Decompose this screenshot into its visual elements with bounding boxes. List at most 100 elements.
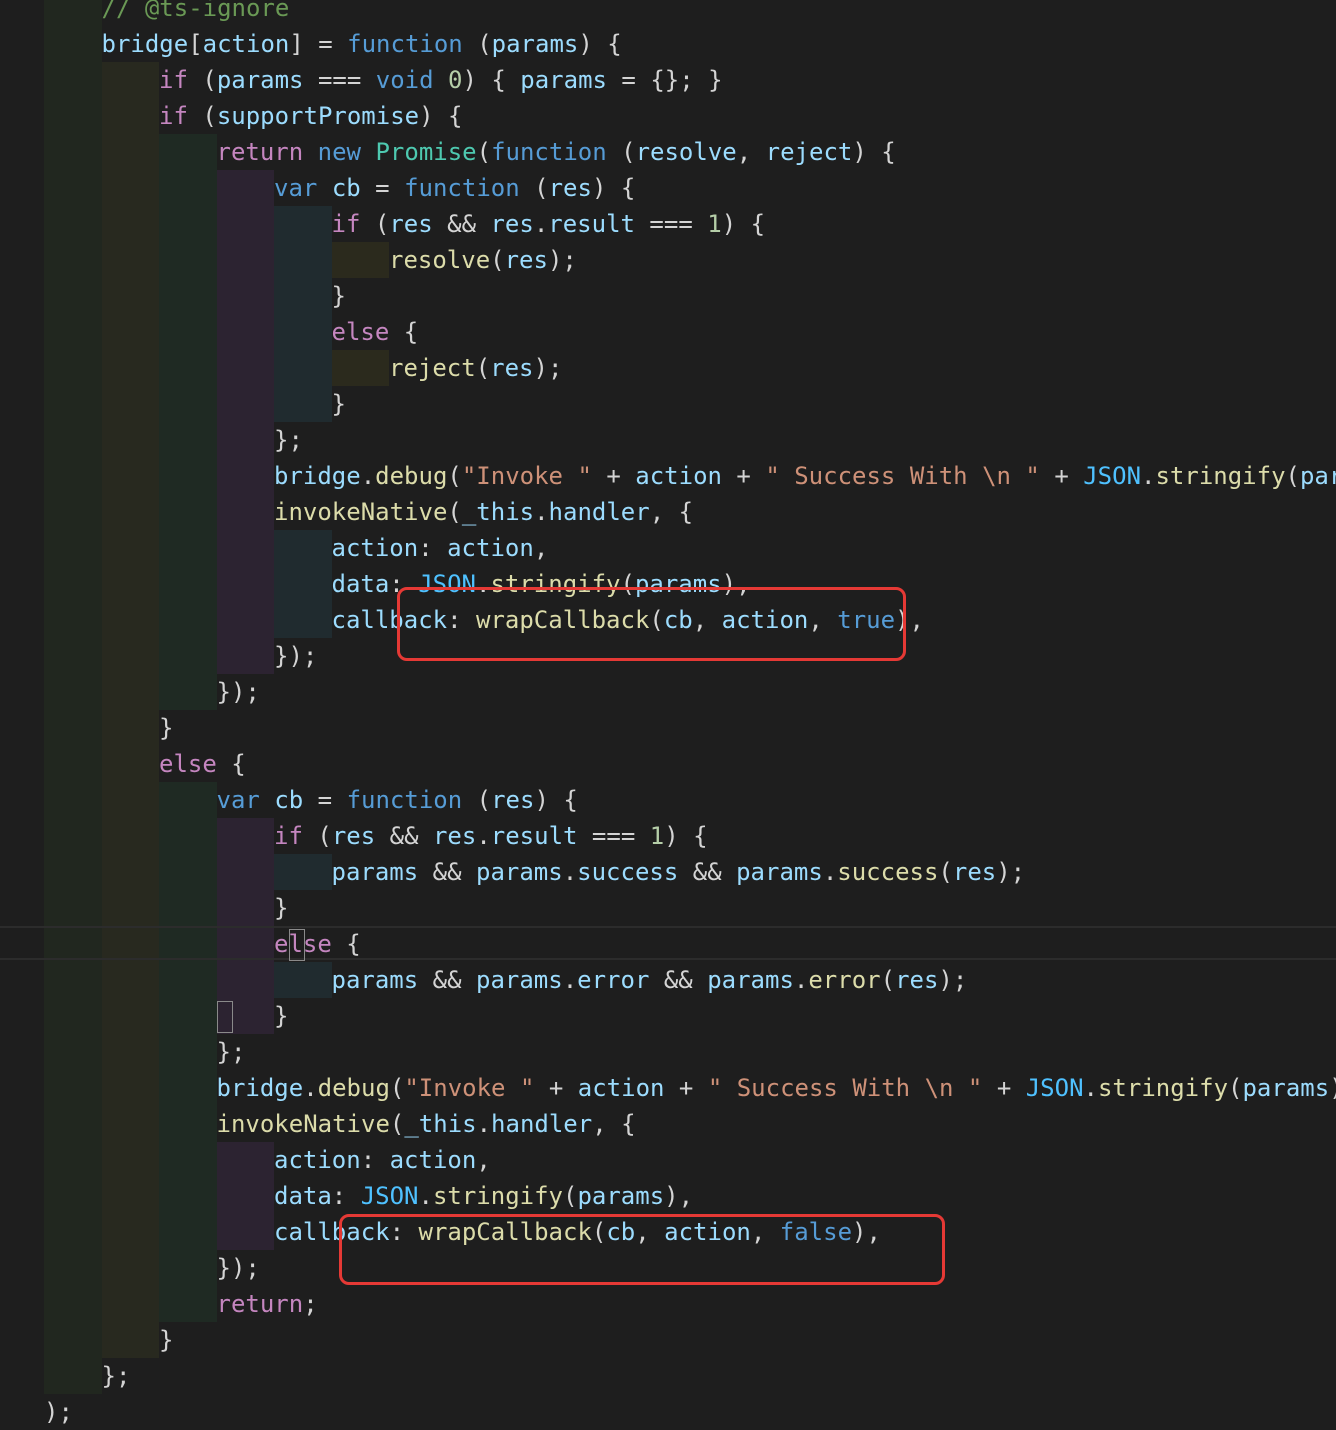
indent-guide xyxy=(44,962,102,998)
indent-guide xyxy=(44,62,102,98)
indent-guide xyxy=(101,962,159,998)
code-line[interactable]: } xyxy=(332,386,346,422)
code-token: void xyxy=(375,66,434,94)
indent-guide xyxy=(274,962,332,998)
code-token: ) { xyxy=(462,66,521,94)
indent-guide xyxy=(101,386,159,422)
code-line[interactable]: } xyxy=(159,1322,173,1358)
code-token: return xyxy=(216,138,304,166)
code-token: res xyxy=(491,786,535,814)
indent-guide xyxy=(44,350,102,386)
code-line[interactable]: bridge[action] = function (params) { xyxy=(102,26,622,62)
indent-guide xyxy=(44,26,102,62)
code-token: params xyxy=(736,858,823,886)
code-line[interactable]: if (res && res.result === 1) { xyxy=(332,206,766,242)
code-line[interactable]: else { xyxy=(274,926,361,962)
indent-guide xyxy=(159,530,217,566)
code-line[interactable]: if (res && res.result === 1) { xyxy=(274,818,708,854)
code-line[interactable]: action: action, xyxy=(274,1142,491,1178)
code-token: else xyxy=(331,318,390,346)
code-line[interactable]: }; xyxy=(274,422,303,458)
code-line[interactable]: params && params.success && params.succe… xyxy=(332,854,1026,890)
code-line[interactable]: } xyxy=(274,890,288,926)
code-token: . xyxy=(476,1110,492,1138)
code-token: cb xyxy=(274,786,304,814)
code-token: + xyxy=(1039,462,1084,490)
code-line[interactable]: // @ts-ignore xyxy=(102,0,290,26)
code-line[interactable]: invokeNative(_this.handler, { xyxy=(217,1106,636,1142)
code-line[interactable]: else { xyxy=(159,746,246,782)
code-line[interactable]: reject(res); xyxy=(389,350,562,386)
code-token: bridge xyxy=(216,1074,304,1102)
code-line[interactable]: }); xyxy=(217,674,260,710)
code-token: . xyxy=(360,462,376,490)
code-token: ); xyxy=(996,858,1026,886)
code-token: res xyxy=(548,174,592,202)
indent-guide xyxy=(44,530,102,566)
code-token: // @ts-ignore xyxy=(101,0,290,22)
code-line[interactable]: params && params.error && params.error(r… xyxy=(332,962,968,998)
code-line[interactable]: var cb = function (res) { xyxy=(274,170,635,206)
code-token: reject xyxy=(765,138,853,166)
code-token: ( xyxy=(447,498,462,526)
code-line[interactable]: action: action, xyxy=(332,530,549,566)
indent-guide xyxy=(101,350,159,386)
code-token: }); xyxy=(274,642,318,670)
code-token: return xyxy=(216,1290,304,1318)
indent-guide xyxy=(159,386,217,422)
code-token: error xyxy=(808,966,881,994)
code-token: action xyxy=(577,1074,665,1102)
indent-guide xyxy=(159,1106,217,1142)
code-line[interactable]: else { xyxy=(332,314,419,350)
code-token: new xyxy=(317,138,362,166)
indent-guide xyxy=(216,1178,274,1214)
code-editor[interactable]: // @ts-ignore bridge[action] = function (… xyxy=(0,0,1336,1430)
code-line[interactable]: var cb = function (res) { xyxy=(217,782,578,818)
code-token: params xyxy=(476,858,563,886)
indent-guide xyxy=(216,602,274,638)
code-line[interactable]: data: JSON.stringify(params), xyxy=(274,1178,693,1214)
code-token: = xyxy=(360,174,405,202)
code-line[interactable]: bridge.debug("Invoke " + action + " Succ… xyxy=(217,1070,1336,1106)
code-line[interactable]: }; xyxy=(102,1358,131,1394)
code-line[interactable]: ); xyxy=(44,1394,73,1430)
code-token: ( xyxy=(880,966,896,994)
code-line[interactable]: } xyxy=(274,998,288,1034)
indent-guide xyxy=(101,1178,159,1214)
indent-guide xyxy=(159,1070,217,1106)
code-line[interactable]: return; xyxy=(217,1286,318,1322)
code-line[interactable]: return new Promise(function (resolve, re… xyxy=(217,134,896,170)
indent-guide xyxy=(44,1106,102,1142)
code-line[interactable]: }); xyxy=(217,1250,260,1286)
code-line[interactable]: }); xyxy=(274,638,317,674)
indent-guide xyxy=(216,170,274,206)
code-token: resolve xyxy=(389,246,491,274)
code-token: invokeNative xyxy=(274,498,448,526)
code-line[interactable]: bridge.debug("Invoke " + action + " Succ… xyxy=(274,458,1336,494)
code-token: action xyxy=(635,462,722,490)
code-token: params xyxy=(520,66,607,94)
code-line[interactable]: } xyxy=(332,278,346,314)
indent-guide xyxy=(44,746,102,782)
code-token: ); xyxy=(938,966,968,994)
indent-guide xyxy=(216,386,274,422)
code-line[interactable]: invokeNative(_this.handler, { xyxy=(274,494,693,530)
code-token: ( xyxy=(447,462,462,490)
code-line[interactable]: if (params === void 0) { params = {}; } xyxy=(159,62,723,98)
indent-guide xyxy=(159,422,217,458)
code-token: "Invoke " xyxy=(461,462,592,490)
indent-guide xyxy=(44,674,102,710)
code-token: . xyxy=(534,498,549,526)
code-line[interactable]: if (supportPromise) { xyxy=(159,98,462,134)
code-line[interactable]: }; xyxy=(217,1034,246,1070)
code-token: function xyxy=(404,174,520,202)
code-token: ) { xyxy=(591,174,636,202)
indent-guide xyxy=(274,242,332,278)
code-line[interactable]: resolve(res); xyxy=(389,242,577,278)
indent-guide xyxy=(44,710,102,746)
code-token: } xyxy=(331,282,346,310)
code-line[interactable]: } xyxy=(159,710,173,746)
code-token: , xyxy=(736,138,766,166)
code-token: } xyxy=(159,1326,174,1354)
